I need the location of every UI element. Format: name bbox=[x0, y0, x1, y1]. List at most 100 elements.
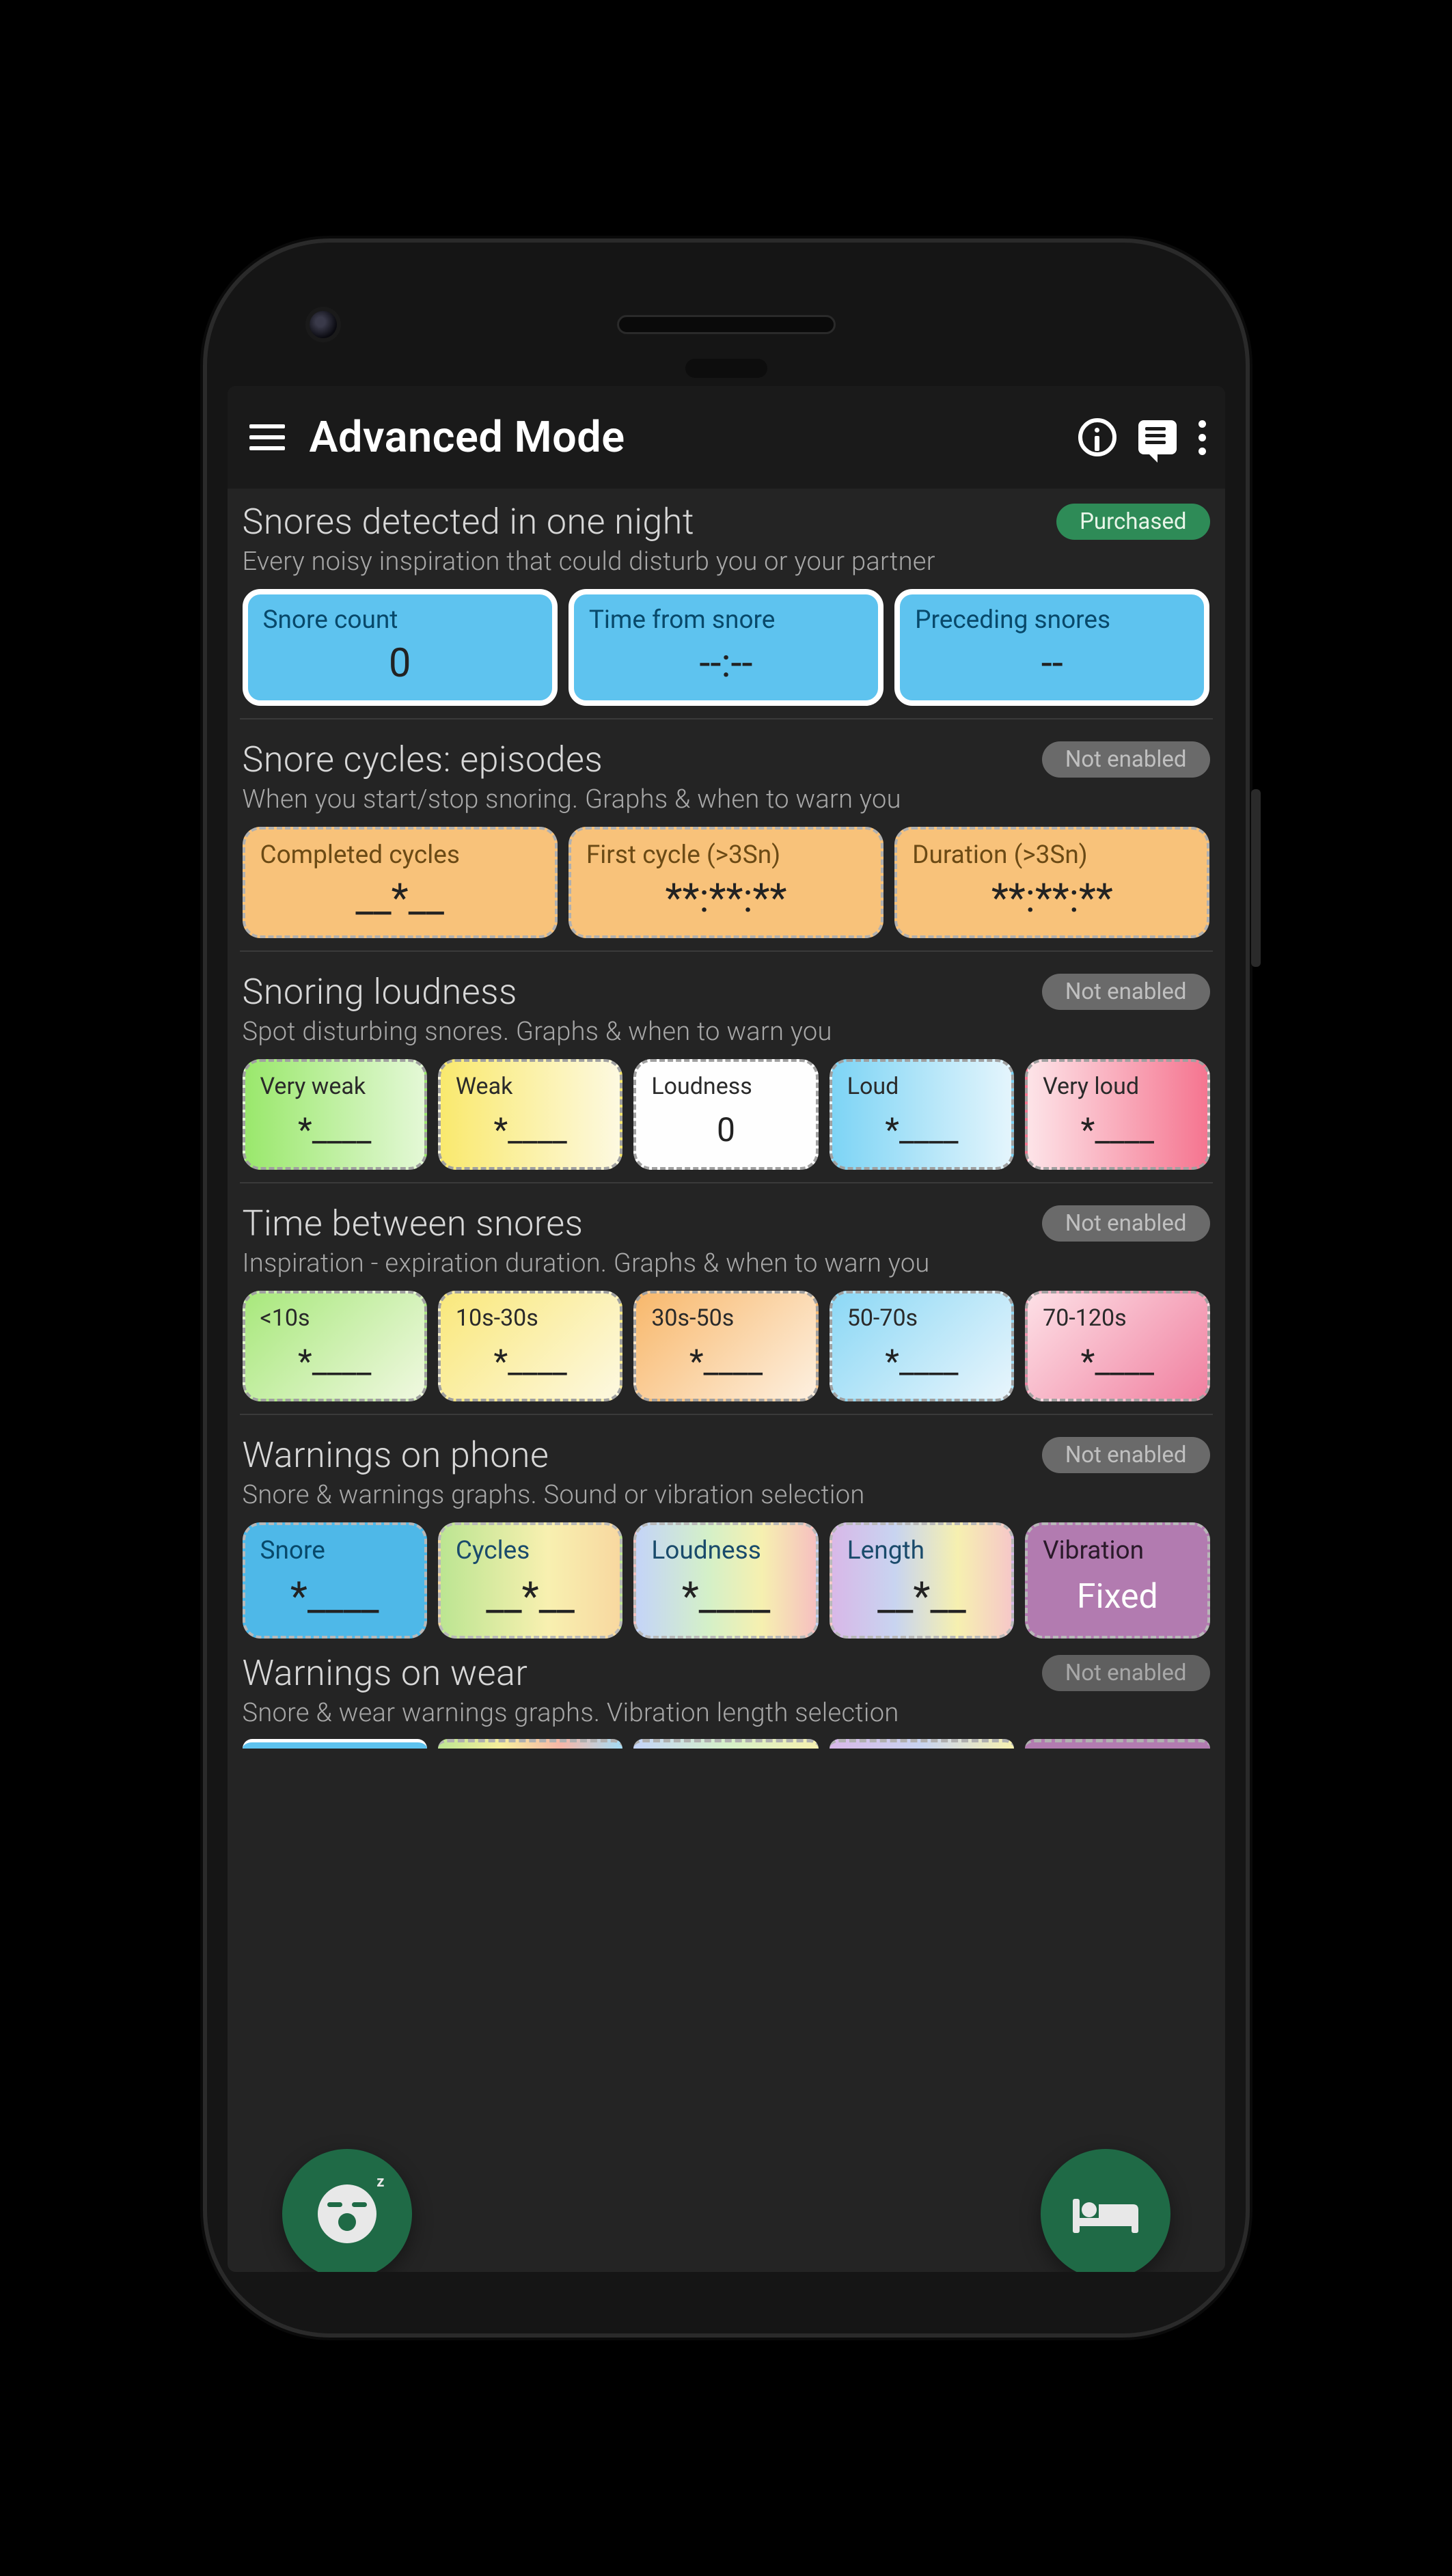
section-snores-detected: Snores detected in one night Purchased E… bbox=[243, 501, 1210, 720]
card-label: Loudness bbox=[651, 1073, 800, 1100]
section-warnings-wear: Warnings on wear Not enabled Snore & wea… bbox=[243, 1652, 1210, 1749]
divider bbox=[240, 718, 1213, 720]
card-label: Weak bbox=[456, 1073, 605, 1100]
card-loudness[interactable]: Loudness 0 bbox=[633, 1059, 818, 1170]
card-preceding-snores[interactable]: Preceding snores -- bbox=[894, 589, 1209, 706]
card-very-loud[interactable]: Very loud *____ bbox=[1025, 1059, 1209, 1170]
sleep-face-icon: z bbox=[318, 2184, 376, 2243]
card-warn-snore[interactable]: Snore *____ bbox=[243, 1522, 427, 1639]
card-label: 70-120s bbox=[1043, 1304, 1192, 1332]
card-label: Very loud bbox=[1043, 1073, 1192, 1100]
card-30-50s[interactable]: 30s-50s *____ bbox=[633, 1291, 818, 1401]
section-subtitle: Snore & wear warnings graphs. Vibration … bbox=[243, 1698, 1210, 1728]
content-scroll[interactable]: Snores detected in one night Purchased E… bbox=[228, 489, 1225, 2272]
divider bbox=[240, 950, 1213, 952]
section-title: Snores detected in one night bbox=[243, 501, 695, 543]
phone-top-bezel bbox=[228, 284, 1225, 366]
card-value: *____ bbox=[456, 1337, 605, 1385]
card-label: Snore count bbox=[263, 605, 537, 635]
section-title: Warnings on wear bbox=[243, 1652, 528, 1694]
card-value: *____ bbox=[1043, 1106, 1192, 1153]
card-label: Loudness bbox=[651, 1536, 800, 1565]
card-first-cycle[interactable]: First cycle (>3Sn) **:**:** bbox=[569, 827, 883, 938]
section-subtitle: Every noisy inspiration that could distu… bbox=[243, 547, 1210, 577]
app-bar: Advanced Mode bbox=[228, 386, 1225, 489]
card-value: __*__ bbox=[456, 1571, 605, 1622]
card-value: *____ bbox=[651, 1571, 800, 1622]
chat-icon[interactable] bbox=[1138, 420, 1177, 454]
card-value: Fixed bbox=[1043, 1571, 1192, 1622]
card-value: *____ bbox=[847, 1337, 996, 1385]
card-label: Preceding snores bbox=[915, 605, 1189, 635]
card-value: 0 bbox=[651, 1106, 800, 1153]
card-completed-cycles[interactable]: Completed cycles __*__ bbox=[243, 827, 558, 938]
section-title: Snoring loudness bbox=[243, 971, 517, 1013]
section-loudness: Snoring loudness Not enabled Spot distur… bbox=[243, 971, 1210, 1183]
card-value: --:-- bbox=[589, 640, 863, 687]
card-value: *____ bbox=[651, 1337, 800, 1385]
card-warn-vibration[interactable]: Vibration Fixed bbox=[1025, 1522, 1209, 1639]
earpiece-speaker bbox=[617, 315, 836, 334]
badge-not-enabled: Not enabled bbox=[1042, 1655, 1210, 1691]
card-label: Cycles bbox=[456, 1536, 605, 1565]
card-label: Snore bbox=[260, 1536, 409, 1565]
card-value: __*__ bbox=[847, 1571, 996, 1622]
section-title: Snore cycles: episodes bbox=[243, 739, 603, 780]
phone-side-button bbox=[1251, 789, 1261, 967]
info-icon[interactable] bbox=[1078, 418, 1117, 456]
badge-not-enabled: Not enabled bbox=[1042, 741, 1210, 778]
screen: Advanced Mode Snores detected in one nig… bbox=[228, 386, 1225, 2272]
card-snore-count[interactable]: Snore count 0 bbox=[243, 589, 558, 706]
card-under-10s[interactable]: <10s *____ bbox=[243, 1291, 427, 1401]
card-loud[interactable]: Loud *____ bbox=[830, 1059, 1014, 1170]
card-value: *____ bbox=[847, 1106, 996, 1153]
section-subtitle: When you start/stop snoring. Graphs & wh… bbox=[243, 784, 1210, 814]
fab-sleep-icon[interactable]: z bbox=[282, 2149, 412, 2272]
bed-icon bbox=[1071, 2190, 1140, 2238]
card-label: 30s-50s bbox=[651, 1304, 800, 1332]
card-value: *____ bbox=[456, 1106, 605, 1153]
card-label: 50-70s bbox=[847, 1304, 996, 1332]
card-warn-loudness[interactable]: Loudness *____ bbox=[633, 1522, 818, 1639]
section-snore-cycles: Snore cycles: episodes Not enabled When … bbox=[243, 739, 1210, 952]
section-subtitle: Snore & warnings graphs. Sound or vibrat… bbox=[243, 1480, 1210, 1510]
card-label: Time from snore bbox=[589, 605, 863, 635]
card-value: -- bbox=[915, 640, 1189, 687]
card-warn-cycles[interactable]: Cycles __*__ bbox=[438, 1522, 622, 1639]
card-label: Very weak bbox=[260, 1073, 409, 1100]
card-label: Length bbox=[847, 1536, 996, 1565]
front-camera bbox=[310, 311, 337, 338]
card-value: **:**:** bbox=[586, 875, 866, 922]
page-title: Advanced Mode bbox=[310, 413, 1056, 463]
section-time-between: Time between snores Not enabled Inspirat… bbox=[243, 1203, 1210, 1415]
card-time-from-snore[interactable]: Time from snore --:-- bbox=[569, 589, 883, 706]
menu-icon[interactable] bbox=[247, 417, 288, 458]
divider bbox=[240, 1182, 1213, 1183]
card-10-30s[interactable]: 10s-30s *____ bbox=[438, 1291, 622, 1401]
card-value: *____ bbox=[260, 1106, 409, 1153]
wear-cards-partial bbox=[243, 1739, 1210, 1749]
card-label: <10s bbox=[260, 1304, 409, 1332]
proximity-sensor bbox=[685, 359, 767, 378]
fab-container: z bbox=[228, 2149, 1225, 2272]
fab-bed-icon[interactable] bbox=[1041, 2149, 1170, 2272]
card-label: Vibration bbox=[1043, 1536, 1192, 1565]
card-value: *____ bbox=[260, 1337, 409, 1385]
card-label: Loud bbox=[847, 1073, 996, 1100]
card-weak[interactable]: Weak *____ bbox=[438, 1059, 622, 1170]
section-warnings-phone: Warnings on phone Not enabled Snore & wa… bbox=[243, 1434, 1210, 1639]
section-subtitle: Inspiration - expiration duration. Graph… bbox=[243, 1248, 1210, 1278]
card-very-weak[interactable]: Very weak *____ bbox=[243, 1059, 427, 1170]
section-title: Warnings on phone bbox=[243, 1434, 549, 1476]
card-70-120s[interactable]: 70-120s *____ bbox=[1025, 1291, 1209, 1401]
badge-not-enabled: Not enabled bbox=[1042, 1437, 1210, 1473]
badge-not-enabled: Not enabled bbox=[1042, 974, 1210, 1010]
card-warn-length[interactable]: Length __*__ bbox=[830, 1522, 1014, 1639]
card-label: 10s-30s bbox=[456, 1304, 605, 1332]
card-50-70s[interactable]: 50-70s *____ bbox=[830, 1291, 1014, 1401]
card-value: *____ bbox=[260, 1571, 409, 1622]
more-icon[interactable] bbox=[1198, 420, 1206, 455]
badge-not-enabled: Not enabled bbox=[1042, 1205, 1210, 1242]
divider bbox=[240, 1414, 1213, 1415]
card-duration[interactable]: Duration (>3Sn) **:**:** bbox=[894, 827, 1209, 938]
